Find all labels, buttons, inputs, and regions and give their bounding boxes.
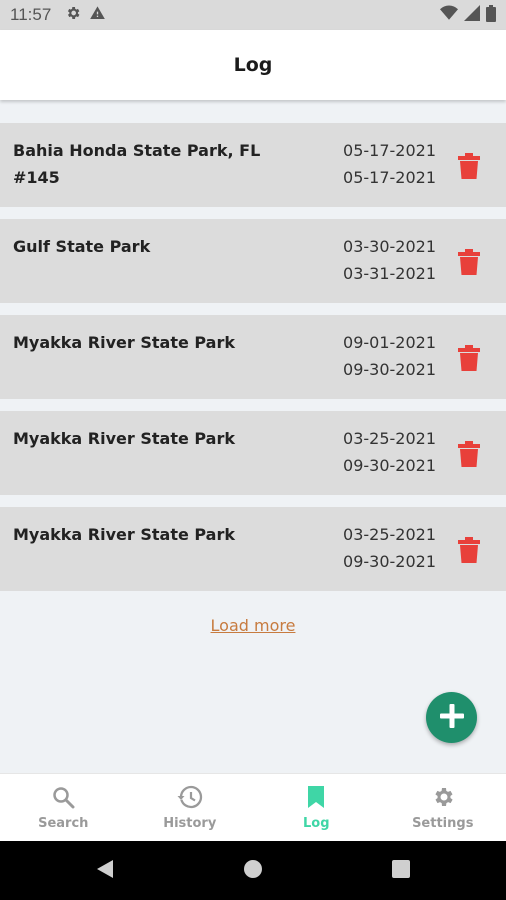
start-date: 03-25-2021 [343,429,436,448]
plus-icon [439,703,465,733]
log-list: Bahia Honda State Park, FL #145 05-17-20… [0,123,506,603]
trash-icon[interactable] [458,537,480,563]
log-entry-name: Gulf State Park [13,237,151,256]
back-button[interactable] [31,859,179,883]
trash-icon[interactable] [458,345,480,371]
bottom-nav: Search History Log Settings [0,773,506,841]
trash-icon[interactable] [458,153,480,179]
end-date: 03-31-2021 [343,264,436,283]
history-icon [177,785,203,813]
end-date: 09-30-2021 [343,456,436,475]
recents-button[interactable] [327,859,475,882]
warning-icon [89,5,106,25]
nav-item-settings[interactable]: Settings [380,774,506,841]
app-header: Log [0,30,506,100]
log-entry-dates: 03-25-2021 09-30-2021 [343,521,436,575]
status-bar: 11:57 [0,0,506,30]
end-date: 09-30-2021 [343,552,436,571]
log-entry[interactable]: Myakka River State Park 03-25-2021 09-30… [0,411,506,495]
nav-item-log[interactable]: Log [253,774,380,841]
gear-icon [431,785,455,813]
nav-label: Search [38,815,89,831]
recents-icon [392,859,410,882]
start-date: 09-01-2021 [343,333,436,352]
add-entry-button[interactable] [426,692,477,743]
nav-label: History [163,815,217,831]
load-more: Load more [0,616,506,635]
start-date: 05-17-2021 [343,141,436,160]
signal-icon [464,5,480,25]
log-entry-name: Myakka River State Park [13,429,236,448]
end-date: 05-17-2021 [343,168,436,187]
nav-item-search[interactable]: Search [0,774,127,841]
log-entry-dates: 03-25-2021 09-30-2021 [343,425,436,479]
log-entry-name: Myakka River State Park [13,525,236,544]
status-time: 11:57 [10,5,52,24]
nav-item-history[interactable]: History [127,774,254,841]
nav-label: Settings [412,815,474,831]
gear-icon [65,5,81,25]
log-entry[interactable]: Bahia Honda State Park, FL #145 05-17-20… [0,123,506,207]
battery-icon [486,4,496,26]
search-icon [51,785,75,813]
log-entry[interactable]: Myakka River State Park 03-25-2021 09-30… [0,507,506,591]
load-more-link[interactable]: Load more [211,616,296,635]
system-nav-bar [0,841,506,900]
nav-label: Log [302,815,330,831]
log-entry[interactable]: Gulf State Park 03-30-2021 03-31-2021 [0,219,506,303]
home-icon [243,859,263,883]
log-entry-dates: 05-17-2021 05-17-2021 [343,137,436,191]
end-date: 09-30-2021 [343,360,436,379]
log-entry-dates: 09-01-2021 09-30-2021 [343,329,436,383]
log-entry[interactable]: Myakka River State Park 09-01-2021 09-30… [0,315,506,399]
bookmark-icon [306,785,326,813]
page-title: Log [233,54,273,76]
start-date: 03-25-2021 [343,525,436,544]
home-button[interactable] [179,859,327,883]
wifi-icon [440,5,458,25]
start-date: 03-30-2021 [343,237,436,256]
log-entry-dates: 03-30-2021 03-31-2021 [343,233,436,287]
log-entry-name: Bahia Honda State Park, FL #145 [13,141,261,187]
log-entry-name: Myakka River State Park [13,333,236,352]
trash-icon[interactable] [458,249,480,275]
back-icon [96,859,114,883]
trash-icon[interactable] [458,441,480,467]
